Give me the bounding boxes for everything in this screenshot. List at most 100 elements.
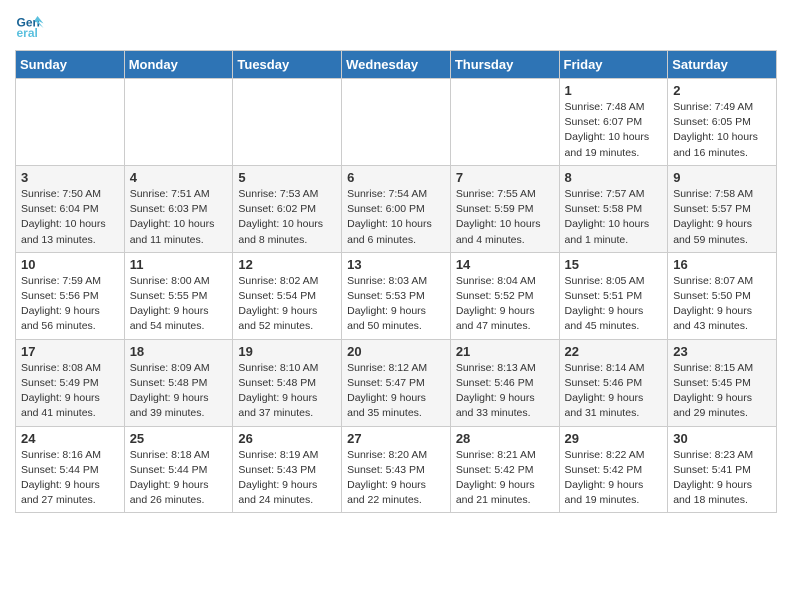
day-info: Sunrise: 8:20 AMSunset: 5:43 PMDaylight:… [347,448,445,509]
calendar-cell [450,79,559,166]
calendar-cell [16,79,125,166]
day-info: Sunrise: 8:02 AMSunset: 5:54 PMDaylight:… [238,274,336,335]
day-info: Sunrise: 7:53 AMSunset: 6:02 PMDaylight:… [238,187,336,248]
calendar-cell: 7Sunrise: 7:55 AMSunset: 5:59 PMDaylight… [450,165,559,252]
weekday-header: Tuesday [233,51,342,79]
weekday-header: Friday [559,51,668,79]
day-info: Sunrise: 8:19 AMSunset: 5:43 PMDaylight:… [238,448,336,509]
calendar-cell: 30 Sunrise: 8:23 AMSunset: 5:41 PMDayligh… [668,426,777,513]
calendar-cell: 29 Sunrise: 8:22 AMSunset: 5:42 PMDayligh… [559,426,668,513]
day-info: Sunrise: 7:58 AMSunset: 5:57 PMDaylight:… [673,187,771,248]
calendar-cell: 4 Sunrise: 7:51 AMSunset: 6:03 PMDaylight… [124,165,233,252]
calendar-cell: 28 Sunrise: 8:21 AMSunset: 5:42 PMDayligh… [450,426,559,513]
day-number: 15 [565,257,663,272]
day-info: Sunrise: 8:15 AMSunset: 5:45 PMDaylight:… [673,361,771,422]
calendar-cell: 12 Sunrise: 8:02 AMSunset: 5:54 PMDayligh… [233,252,342,339]
calendar-cell: 16 Sunrise: 8:07 AMSunset: 5:50 PMDayligh… [668,252,777,339]
calendar-cell: 26 Sunrise: 8:19 AMSunset: 5:43 PMDayligh… [233,426,342,513]
day-info: Sunrise: 7:49 AMSunset: 6:05 PMDaylight:… [673,100,771,161]
day-number: 10 [21,257,119,272]
day-info: Sunrise: 7:57 AMSunset: 5:58 PMDaylight:… [565,187,663,248]
calendar-cell: 22Sunrise: 8:14 AMSunset: 5:46 PMDayligh… [559,339,668,426]
day-info: Sunrise: 8:09 AMSunset: 5:48 PMDaylight:… [130,361,228,422]
day-number: 24 [21,431,119,446]
weekday-header: Thursday [450,51,559,79]
day-number: 1 [565,83,663,98]
day-number: 26 [238,431,336,446]
day-number: 28 [456,431,554,446]
calendar-body: 1 Sunrise: 7:48 AMSunset: 6:07 PMDaylight… [16,79,777,513]
logo-icon: Gen eral [15,10,45,40]
day-info: Sunrise: 8:03 AMSunset: 5:53 PMDaylight:… [347,274,445,335]
weekday-header: Sunday [16,51,125,79]
calendar-week-row: 24 Sunrise: 8:16 AMSunset: 5:44 PMDayligh… [16,426,777,513]
calendar-week-row: 1 Sunrise: 7:48 AMSunset: 6:07 PMDaylight… [16,79,777,166]
weekday-header: Wednesday [342,51,451,79]
day-info: Sunrise: 8:22 AMSunset: 5:42 PMDaylight:… [565,448,663,509]
calendar-cell: 5Sunrise: 7:53 AMSunset: 6:02 PMDaylight… [233,165,342,252]
calendar-week-row: 17Sunrise: 8:08 AMSunset: 5:49 PMDayligh… [16,339,777,426]
day-number: 30 [673,431,771,446]
calendar-cell: 3 Sunrise: 7:50 AMSunset: 6:04 PMDaylight… [16,165,125,252]
calendar-week-row: 3 Sunrise: 7:50 AMSunset: 6:04 PMDaylight… [16,165,777,252]
day-info: Sunrise: 8:12 AMSunset: 5:47 PMDaylight:… [347,361,445,422]
calendar-cell: 23 Sunrise: 8:15 AMSunset: 5:45 PMDayligh… [668,339,777,426]
day-info: Sunrise: 8:04 AMSunset: 5:52 PMDaylight:… [456,274,554,335]
day-info: Sunrise: 7:50 AMSunset: 6:04 PMDaylight:… [21,187,119,248]
day-info: Sunrise: 7:59 AMSunset: 5:56 PMDaylight:… [21,274,119,335]
day-number: 7 [456,170,554,185]
day-info: Sunrise: 8:21 AMSunset: 5:42 PMDaylight:… [456,448,554,509]
day-number: 20 [347,344,445,359]
calendar-cell: 13 Sunrise: 8:03 AMSunset: 5:53 PMDayligh… [342,252,451,339]
day-info: Sunrise: 8:14 AMSunset: 5:46 PMDaylight:… [565,361,663,422]
calendar-cell: 11 Sunrise: 8:00 AMSunset: 5:55 PMDayligh… [124,252,233,339]
day-info: Sunrise: 8:16 AMSunset: 5:44 PMDaylight:… [21,448,119,509]
calendar-cell: 15 Sunrise: 8:05 AMSunset: 5:51 PMDayligh… [559,252,668,339]
calendar-table: SundayMondayTuesdayWednesdayThursdayFrid… [15,50,777,513]
day-info: Sunrise: 8:18 AMSunset: 5:44 PMDaylight:… [130,448,228,509]
day-info: Sunrise: 7:48 AMSunset: 6:07 PMDaylight:… [565,100,663,161]
calendar-cell: 17Sunrise: 8:08 AMSunset: 5:49 PMDayligh… [16,339,125,426]
day-number: 23 [673,344,771,359]
calendar-cell: 20 Sunrise: 8:12 AMSunset: 5:47 PMDayligh… [342,339,451,426]
svg-text:eral: eral [17,26,38,40]
day-number: 13 [347,257,445,272]
day-number: 27 [347,431,445,446]
day-number: 11 [130,257,228,272]
day-info: Sunrise: 8:13 AMSunset: 5:46 PMDaylight:… [456,361,554,422]
calendar-cell [233,79,342,166]
day-number: 3 [21,170,119,185]
day-number: 8 [565,170,663,185]
calendar-cell: 8 Sunrise: 7:57 AMSunset: 5:58 PMDaylight… [559,165,668,252]
day-number: 21 [456,344,554,359]
calendar-week-row: 10 Sunrise: 7:59 AMSunset: 5:56 PMDayligh… [16,252,777,339]
day-info: Sunrise: 7:51 AMSunset: 6:03 PMDaylight:… [130,187,228,248]
day-info: Sunrise: 8:23 AMSunset: 5:41 PMDaylight:… [673,448,771,509]
calendar-cell: 9 Sunrise: 7:58 AMSunset: 5:57 PMDaylight… [668,165,777,252]
day-number: 25 [130,431,228,446]
calendar-cell: 24 Sunrise: 8:16 AMSunset: 5:44 PMDayligh… [16,426,125,513]
day-number: 12 [238,257,336,272]
day-number: 19 [238,344,336,359]
weekday-header: Saturday [668,51,777,79]
day-info: Sunrise: 8:05 AMSunset: 5:51 PMDaylight:… [565,274,663,335]
day-info: Sunrise: 8:00 AMSunset: 5:55 PMDaylight:… [130,274,228,335]
day-number: 6 [347,170,445,185]
day-info: Sunrise: 8:08 AMSunset: 5:49 PMDaylight:… [21,361,119,422]
calendar-cell: 19 Sunrise: 8:10 AMSunset: 5:48 PMDayligh… [233,339,342,426]
day-info: Sunrise: 8:10 AMSunset: 5:48 PMDaylight:… [238,361,336,422]
day-number: 4 [130,170,228,185]
calendar-cell: 25 Sunrise: 8:18 AMSunset: 5:44 PMDayligh… [124,426,233,513]
calendar-cell: 18 Sunrise: 8:09 AMSunset: 5:48 PMDayligh… [124,339,233,426]
calendar-header-row: SundayMondayTuesdayWednesdayThursdayFrid… [16,51,777,79]
calendar-cell [342,79,451,166]
day-info: Sunrise: 8:07 AMSunset: 5:50 PMDaylight:… [673,274,771,335]
calendar-cell: 14Sunrise: 8:04 AMSunset: 5:52 PMDayligh… [450,252,559,339]
day-number: 18 [130,344,228,359]
calendar-cell [124,79,233,166]
day-number: 2 [673,83,771,98]
day-number: 16 [673,257,771,272]
day-number: 29 [565,431,663,446]
calendar-cell: 21 Sunrise: 8:13 AMSunset: 5:46 PMDayligh… [450,339,559,426]
day-number: 9 [673,170,771,185]
